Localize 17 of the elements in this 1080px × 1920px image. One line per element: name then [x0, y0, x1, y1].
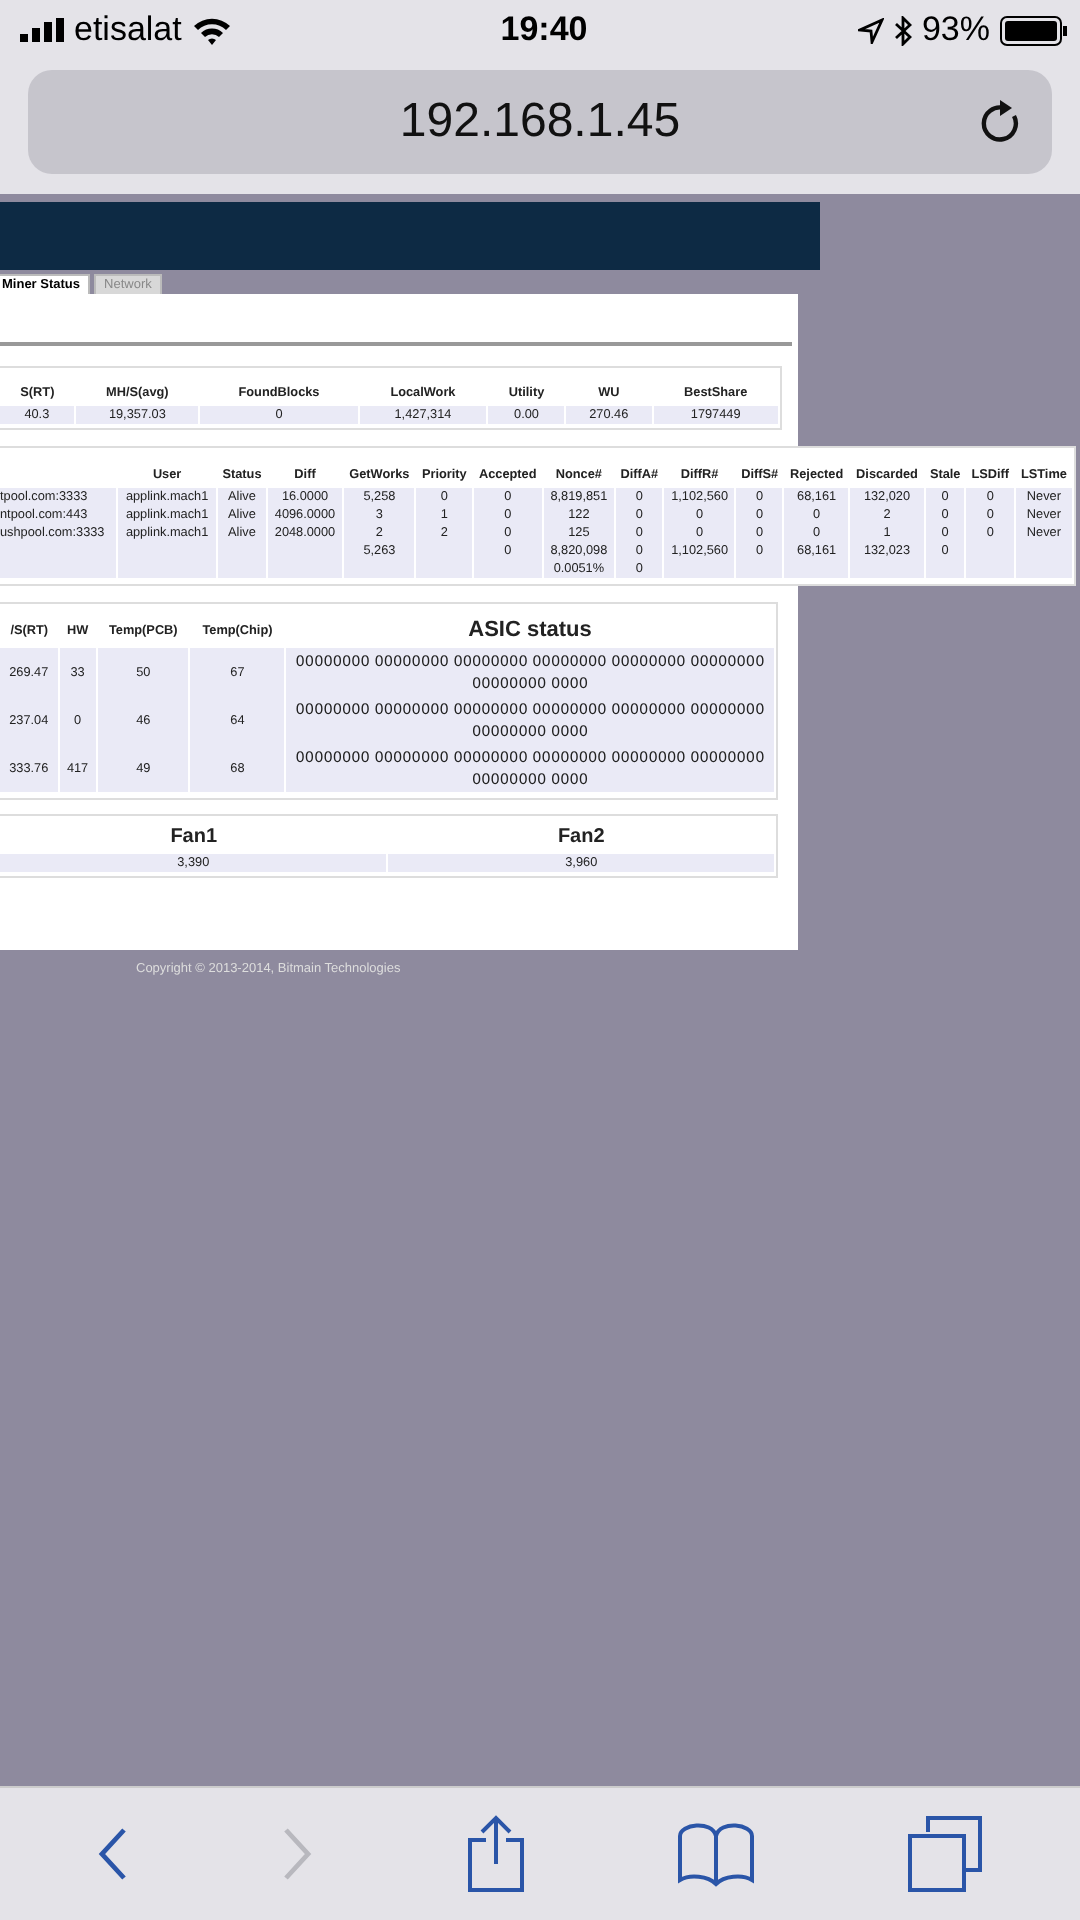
battery-percent: 93% [921, 10, 990, 50]
book-icon[interactable] [678, 1820, 755, 1888]
signal-icon [20, 18, 64, 42]
clock-time: 19:40 [500, 10, 588, 50]
carrier-name: etisalat [74, 10, 182, 50]
location-arrow-icon [857, 17, 884, 43]
back-icon[interactable] [96, 1826, 129, 1882]
tabs-icon[interactable] [907, 1816, 984, 1892]
reload-icon[interactable] [980, 98, 1024, 146]
column-header: Fan1 [0, 820, 388, 854]
address-bar[interactable]: 192.168.1.45 [28, 70, 1052, 174]
battery-icon [999, 15, 1068, 45]
bluetooth-icon [893, 15, 912, 45]
column-header: ASIC status [285, 612, 775, 648]
column-header: Fan2 [387, 820, 775, 854]
share-icon[interactable] [465, 1814, 526, 1894]
wifi-icon [191, 15, 232, 45]
